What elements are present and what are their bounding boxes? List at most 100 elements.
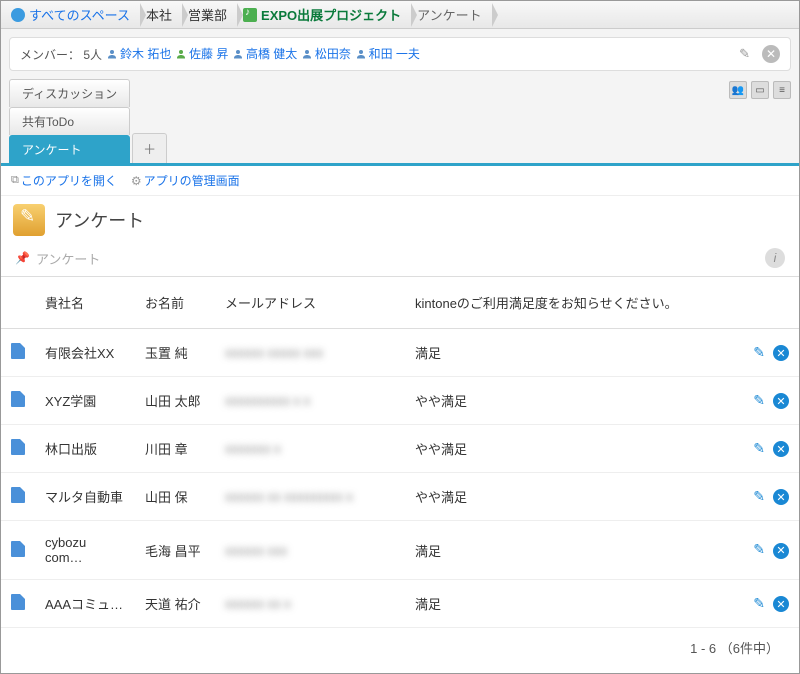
col-email-header[interactable]: メールアドレス: [215, 277, 405, 329]
open-app-link[interactable]: ⧉ このアプリを開く: [11, 172, 117, 189]
crumb-current: アンケート: [411, 1, 491, 28]
crumb-label: アンケート: [417, 5, 481, 24]
tabstrip: ディスカッション共有ToDoアンケート ＋ 👥 ▭ ≡: [1, 79, 799, 166]
pager: 1 - 6 （6件中）: [1, 628, 799, 673]
app-admin-link[interactable]: ⚙ アプリの管理画面: [131, 172, 240, 189]
table-row[interactable]: 林口出版川田 章xxxxxxx xやや満足✎✕: [1, 425, 799, 473]
crumb-org1[interactable]: 本社: [140, 1, 182, 28]
view-list-button[interactable]: ≡: [773, 81, 791, 99]
cell-satisfaction: やや満足: [405, 473, 739, 521]
delete-row-button[interactable]: ✕: [773, 596, 789, 612]
gear-icon: ⚙: [131, 174, 142, 188]
view-card-button[interactable]: ▭: [751, 81, 769, 99]
member-name: 佐藤 昇: [189, 45, 228, 62]
add-tab-button[interactable]: ＋: [132, 133, 167, 163]
delete-row-button[interactable]: ✕: [773, 543, 789, 559]
table-row[interactable]: XYZ学園山田 太郎xxxxxxxxxx x xやや満足 ✎ ✕: [1, 377, 799, 425]
cell-satisfaction: やや満足: [405, 377, 739, 425]
person-icon: [232, 48, 244, 60]
members-count-label: メンバー： 5人: [20, 46, 102, 63]
document-icon: [11, 594, 25, 610]
member-link[interactable]: 松田奈: [301, 45, 351, 62]
member-name: 松田奈: [315, 45, 351, 62]
cell-email: xxxxxx xx xxxxxxxxx x: [215, 473, 405, 521]
cell-email: xxxxxx xx x: [215, 580, 405, 628]
delete-row-button[interactable]: ✕: [773, 441, 789, 457]
cell-satisfaction: やや満足: [405, 425, 739, 473]
document-icon: [11, 391, 25, 407]
app-title: アンケート: [55, 207, 144, 233]
edit-row-button[interactable]: ✎: [753, 541, 765, 557]
crumb-all-spaces[interactable]: すべてのスペース: [5, 1, 140, 28]
link-label: このアプリを開く: [21, 172, 117, 189]
edit-members-button[interactable]: ✎: [737, 44, 752, 64]
view-people-button[interactable]: 👥: [729, 81, 747, 99]
document-icon: [11, 541, 25, 557]
cell-company: AAAコミュ…: [35, 580, 135, 628]
cell-satisfaction: 満足: [405, 580, 739, 628]
crumb-project[interactable]: EXPO出展プロジェクト: [237, 1, 411, 28]
crumb-org2[interactable]: 営業部: [182, 1, 237, 28]
member-name: 鈴木 拓也: [120, 45, 171, 62]
crumb-label: EXPO出展プロジェクト: [261, 5, 401, 24]
filter-label: アンケート: [36, 249, 100, 268]
cell-company: マルタ自動車: [35, 473, 135, 521]
table-row[interactable]: マルタ自動車山田 保xxxxxx xx xxxxxxxxx xやや満足 ✎ ✕: [1, 473, 799, 521]
member-name: 和田 一夫: [369, 45, 420, 62]
col-satisfaction-header[interactable]: kintoneのご利用満足度をお知らせください。: [405, 277, 739, 329]
globe-icon: [11, 8, 25, 22]
cell-name: 山田 保: [135, 473, 215, 521]
cell-email: xxxxxxxxxx x x: [215, 377, 405, 425]
document-icon: [11, 343, 25, 359]
app-icon: [13, 204, 45, 236]
cell-satisfaction: 満足: [405, 521, 739, 580]
document-icon: [11, 439, 25, 455]
filter-row: 📌 アンケート i: [1, 244, 799, 277]
person-icon: [175, 48, 187, 60]
cell-company: XYZ学園: [35, 377, 135, 425]
edit-row-button[interactable]: ✎: [753, 440, 765, 456]
cell-satisfaction: 満足: [405, 329, 739, 377]
external-link-icon: ⧉: [11, 174, 19, 187]
member-link[interactable]: 佐藤 昇: [175, 45, 228, 62]
delete-row-button[interactable]: ✕: [773, 345, 789, 361]
records-table: 貴社名 お名前 メールアドレス kintoneのご利用満足度をお知らせください。…: [1, 277, 799, 628]
close-members-button[interactable]: ✕: [762, 45, 780, 63]
person-icon: [301, 48, 313, 60]
table-row[interactable]: 有限会社XX玉置 純xxxxxx xxxxx xxx満足 ✎ ✕: [1, 329, 799, 377]
pin-icon: 📌: [15, 251, 30, 265]
col-name-header[interactable]: お名前: [135, 277, 215, 329]
cell-company: cybozu com…: [35, 521, 135, 580]
cell-company: 林口出版: [35, 425, 135, 473]
cell-email: xxxxxx xxxxx xxx: [215, 329, 405, 377]
col-company-header[interactable]: 貴社名: [35, 277, 135, 329]
col-actions-header: [739, 277, 799, 329]
member-link[interactable]: 和田 一夫: [355, 45, 420, 62]
tab[interactable]: 共有ToDo: [9, 107, 130, 135]
info-button[interactable]: i: [765, 248, 785, 268]
person-icon: [355, 48, 367, 60]
music-note-icon: [243, 8, 257, 22]
tab[interactable]: アンケート: [9, 135, 130, 163]
app-links-bar: ⧉ このアプリを開く ⚙ アプリの管理画面: [1, 166, 799, 196]
table-row[interactable]: cybozu com…毛海 昌平xxxxxx xxx満足✎✕: [1, 521, 799, 580]
tab[interactable]: ディスカッション: [9, 79, 130, 107]
edit-row-button[interactable]: ✎: [753, 488, 765, 504]
cell-name: 川田 章: [135, 425, 215, 473]
member-link[interactable]: 高橋 健太: [232, 45, 297, 62]
cell-name: 山田 太郎: [135, 377, 215, 425]
crumb-label: すべてのスペース: [29, 5, 130, 24]
delete-row-button[interactable]: ✕: [773, 393, 789, 409]
cell-name: 玉置 純: [135, 329, 215, 377]
col-icon-header: [1, 277, 35, 329]
edit-row-button[interactable]: ✎: [753, 392, 765, 408]
member-link[interactable]: 鈴木 拓也: [106, 45, 171, 62]
delete-row-button[interactable]: ✕: [773, 489, 789, 505]
crumb-label: 営業部: [188, 5, 227, 24]
cell-company: 有限会社XX: [35, 329, 135, 377]
edit-row-button[interactable]: ✎: [753, 344, 765, 360]
breadcrumb: すべてのスペース 本社 営業部 EXPO出展プロジェクト アンケート: [1, 1, 799, 29]
edit-row-button[interactable]: ✎: [753, 595, 765, 611]
table-row[interactable]: AAAコミュ…天道 祐介xxxxxx xx x満足✎✕: [1, 580, 799, 628]
cell-name: 毛海 昌平: [135, 521, 215, 580]
